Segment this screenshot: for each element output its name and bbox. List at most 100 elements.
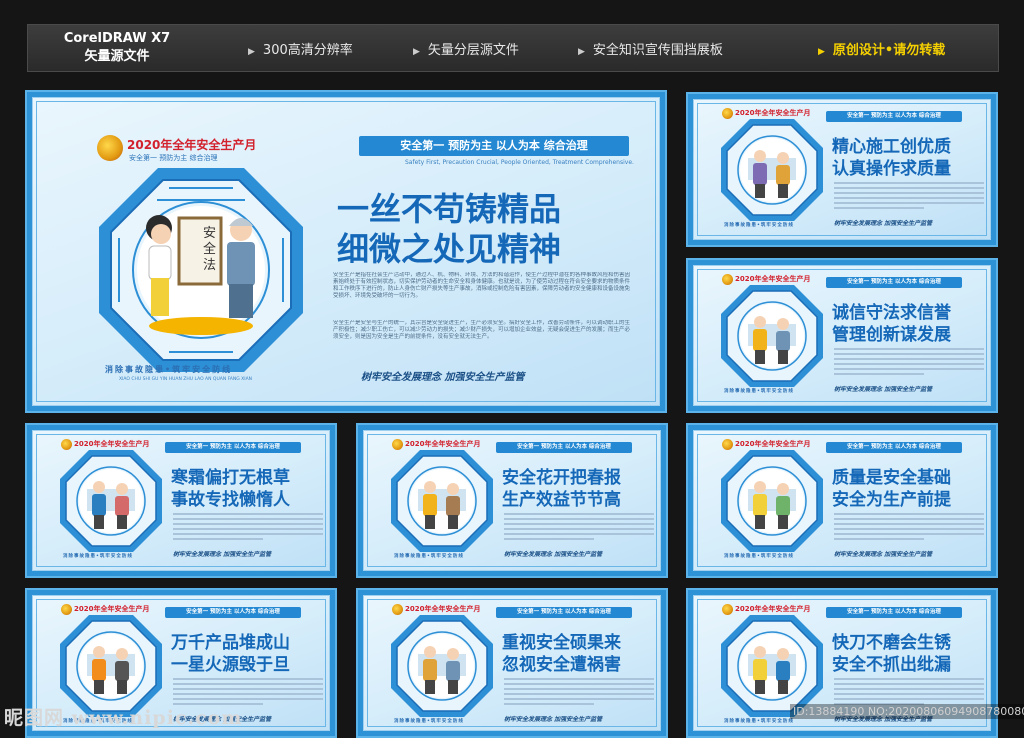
paragraph-line — [173, 538, 263, 540]
octagon-frame-illustration — [721, 285, 823, 387]
paragraph-line — [173, 533, 323, 535]
year-title: 2020年全年安全生产月 — [735, 440, 811, 448]
paragraph-line — [834, 182, 984, 184]
paragraph-line — [834, 678, 984, 680]
paragraph-line — [504, 538, 594, 540]
safety-law-sign-text: 安全法 — [203, 226, 217, 273]
slogan-bar-english: Safety First, Precaution Crucial, People… — [405, 159, 634, 166]
party-emblem-icon — [97, 135, 123, 161]
play-icon: ▶ — [578, 47, 585, 57]
bottom-line: 消除事故隐患•筑牢安全防线 — [724, 223, 794, 228]
paragraph-line — [834, 698, 984, 700]
paragraph-line — [834, 683, 984, 685]
paragraph-line — [173, 678, 323, 680]
footer-slogan: 树牢安全发展理念 加强安全生产监管 — [834, 551, 933, 558]
feature-label: 安全知识宣传围挡展板 — [592, 43, 723, 58]
paragraph-line — [834, 513, 984, 515]
paragraph-line — [173, 683, 323, 685]
footer-slogan: 树牢安全发展理念 加强安全生产监管 — [834, 220, 933, 227]
feature-label: 矢量分层源文件 — [427, 43, 519, 58]
slogan-bar: 安全第一 预防为主 以人为本 综合治理 — [165, 442, 301, 453]
paragraph-line — [834, 693, 984, 695]
main-paragraph-1: 安全生产是指在社会生产活动中，通过人、机、物料、环境、方法的和谐运作，使生产过程… — [333, 272, 631, 299]
paragraph-line — [834, 358, 984, 360]
paragraph-line — [504, 683, 654, 685]
paragraph-line — [504, 688, 654, 690]
board-5: 质量是安全基础 安全为生产前提 2020年全年安全生产月 安全第一 预防为主 以人为本… — [686, 423, 998, 578]
slogan-bar: 安全第一 预防为主 以人为本 综合治理 — [826, 607, 962, 618]
feature-resolution: ▶ 300高清分辨率 — [248, 39, 353, 58]
play-icon: ▶ — [248, 47, 255, 57]
software-name: CorelDRAW X7 — [63, 31, 171, 46]
paragraph-line — [504, 518, 654, 520]
board-4: 安全花开把春报 生产效益节节高 2020年全年安全生产月 安全第一 预防为主 以人为本… — [356, 423, 668, 578]
paragraph-line — [504, 513, 654, 515]
feature-layers: ▶ 矢量分层源文件 — [413, 39, 519, 58]
header-bar: CorelDRAW X7 矢量源文件 ▶ 300高清分辨率 ▶ 矢量分层源文件 ▶ 安… — [27, 24, 999, 72]
paragraph-line — [173, 523, 323, 525]
octagon-frame-illustration — [721, 450, 823, 552]
feature-original: ▶ 原创设计•请勿转载 — [818, 39, 945, 58]
year-title: 2020年全年安全生产月 — [127, 138, 257, 152]
footer-slogan: 树牢安全发展理念 加强安全生产监管 — [361, 372, 525, 383]
board-inner: 安全花开把春报 生产效益节节高 2020年全年安全生产月 安全第一 预防为主 以人为本… — [363, 430, 661, 571]
slogan-bar: 安全第一 预防为主 以人为本 综合治理 — [165, 607, 301, 618]
board-title-line2: 安全为生产前提 — [832, 490, 951, 510]
slogan-bar: 安全第一 预防为主 以人为本 综合治理 — [359, 136, 629, 156]
paragraph-line — [173, 698, 323, 700]
watermark-id: ID:13884190 NO:20200806094908780080 — [790, 704, 1024, 719]
paragraph-line — [173, 528, 323, 530]
board-inner: 质量是安全基础 安全为生产前提 2020年全年安全生产月 安全第一 预防为主 以人为本… — [693, 430, 991, 571]
slogan-bar: 安全第一 预防为主 以人为本 综合治理 — [496, 442, 632, 453]
paragraph-line — [504, 528, 654, 530]
board-title-line2: 生产效益节节高 — [502, 490, 621, 510]
board-2: 诚信守法求信誉 管理创新谋发展 2020年全年安全生产月 安全第一 预防为主 以人为本… — [686, 258, 998, 413]
bottom-line-english: XIAO CHU SHI GU YIN HUAN ZHU LAO AN QUAN… — [119, 377, 253, 382]
board-inner: 寒霜偏打无根草 事故专找懒惰人 2020年全年安全生产月 安全第一 预防为主 以人为本… — [32, 430, 330, 571]
footer-slogan: 树牢安全发展理念 加强安全生产监管 — [834, 386, 933, 393]
octagon-frame-illustration — [391, 615, 493, 717]
paragraph-line — [504, 523, 654, 525]
board-title-line2: 管理创新谋发展 — [832, 325, 951, 345]
paragraph-line — [834, 207, 924, 209]
board-inner: 精心施工创优质 认真操作求质量 2020年全年安全生产月 安全第一 预防为主 以人为本… — [693, 99, 991, 240]
paragraph-line — [504, 693, 654, 695]
play-icon: ▶ — [818, 47, 825, 57]
paragraph-line — [504, 698, 654, 700]
paragraph-line — [504, 533, 654, 535]
board-title-line2: 认真操作求质量 — [832, 159, 951, 179]
year-title: 2020年全年安全生产月 — [74, 605, 150, 613]
watermark-site: 昵图网 www.nipic.com — [4, 707, 243, 729]
slogan-bar: 安全第一 预防为主 以人为本 综合治理 — [826, 442, 962, 453]
paragraph-line — [834, 523, 984, 525]
bottom-line: 消除事故隐患•筑牢安全防线 — [394, 554, 464, 559]
octagon-frame-illustration — [99, 168, 303, 372]
year-subtitle: 安全第一 预防为主 综合治理 — [129, 154, 218, 162]
paragraph-line — [834, 363, 984, 365]
paragraph-line — [834, 688, 984, 690]
board-7: 重视安全硕果来 忽视安全遭祸害 2020年全年安全生产月 安全第一 预防为主 以人为本… — [356, 588, 668, 738]
bottom-line: 消除事故隐患•筑牢安全防线 — [394, 719, 464, 724]
board-title-line2: 事故专找懒惰人 — [171, 490, 290, 510]
year-title: 2020年全年安全生产月 — [735, 275, 811, 283]
main-paragraph-2: 安全生产是安全与生产的统一，其宗旨是安全促进生产，生产必须安全。搞好安全工作，改… — [333, 320, 631, 340]
board-title-line2: 忽视安全遭祸害 — [502, 655, 621, 675]
bottom-line: 消除事故隐患•筑牢安全防线 — [63, 554, 133, 559]
board-inner: 诚信守法求信誉 管理创新谋发展 2020年全年安全生产月 安全第一 预防为主 以人为本… — [693, 265, 991, 406]
feature-label: 300高清分辨率 — [262, 43, 353, 58]
paragraph-line — [834, 528, 984, 530]
year-title: 2020年全年安全生产月 — [735, 605, 811, 613]
year-title: 2020年全年安全生产月 — [74, 440, 150, 448]
paragraph-line — [173, 693, 323, 695]
paragraph-line — [834, 518, 984, 520]
board-3: 寒霜偏打无根草 事故专找懒惰人 2020年全年安全生产月 安全第一 预防为主 以人为本… — [25, 423, 337, 578]
octagon-frame-illustration — [60, 450, 162, 552]
octagon-frame-illustration — [721, 615, 823, 717]
feature-label: 原创设计•请勿转载 — [832, 43, 946, 58]
board-inner: 重视安全硕果来 忽视安全遭祸害 2020年全年安全生产月 安全第一 预防为主 以人为本… — [363, 595, 661, 731]
paragraph-line — [834, 368, 984, 370]
paragraph-line — [834, 373, 924, 375]
paragraph-line — [834, 533, 984, 535]
paragraph-line — [504, 703, 594, 705]
bottom-line: 消除事故隐患•筑牢安全防线 — [724, 389, 794, 394]
